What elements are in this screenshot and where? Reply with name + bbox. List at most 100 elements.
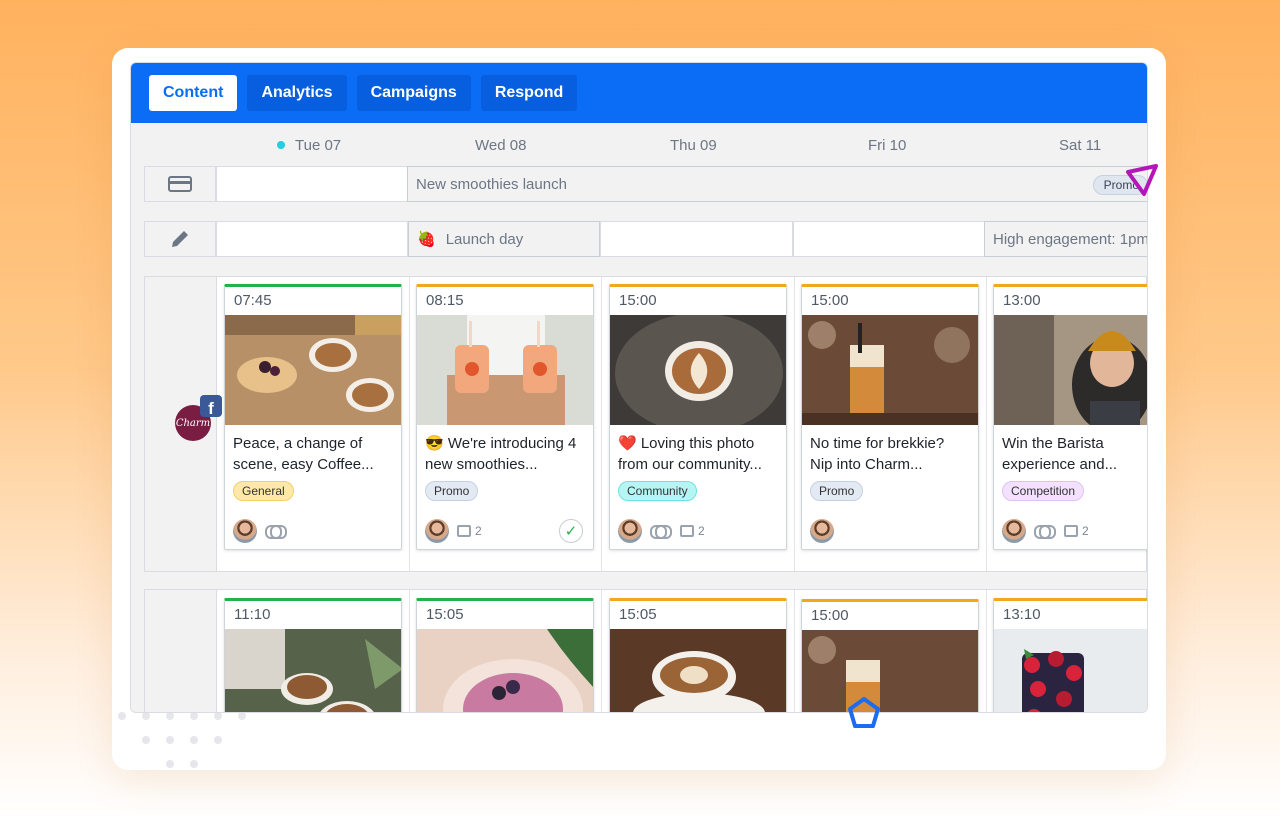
post-caption: 😎 We're introducing 4 new smoothies... xyxy=(425,435,577,473)
post-caption: ❤️ Loving this photo from our community.… xyxy=(618,435,762,473)
day-label: Tue 07 xyxy=(295,136,342,154)
profile-column: Charm f xyxy=(145,277,222,571)
post-image xyxy=(225,315,401,425)
post-image xyxy=(417,315,593,425)
tab-analytics[interactable]: Analytics xyxy=(247,75,347,111)
post-card[interactable]: 13:10 xyxy=(993,598,1147,712)
note-high-engagement[interactable]: High engagement: 1pm xyxy=(984,221,1148,257)
day-header: Wed 08 xyxy=(475,136,527,154)
post-time: 15:00 xyxy=(811,607,849,624)
post-time: 15:00 xyxy=(619,292,657,309)
post-row: Charm f 07:45 Peace, a change of scene, … xyxy=(144,276,1147,572)
tab-campaigns[interactable]: Campaigns xyxy=(356,75,471,111)
comment-count[interactable]: 2 xyxy=(457,524,482,538)
post-caption: No time for brekkie? Nip into Charm... xyxy=(810,435,945,473)
post-time: 07:45 xyxy=(234,292,272,309)
post-tag: General xyxy=(233,481,294,501)
coffee-pancakes-photo xyxy=(225,315,401,425)
post-tag: Competition xyxy=(1002,481,1085,501)
iced-coffee-photo xyxy=(802,315,978,425)
post-tag: Promo xyxy=(810,481,864,501)
comment-icon xyxy=(1064,525,1078,537)
smoothie-bowl-photo xyxy=(417,629,593,712)
post-image xyxy=(610,315,786,425)
tab-respond[interactable]: Respond xyxy=(480,75,578,111)
note-cell-empty[interactable] xyxy=(600,221,793,257)
post-footer: 2 xyxy=(610,513,786,549)
note-text: Launch day xyxy=(445,230,524,248)
post-time: 08:15 xyxy=(426,292,464,309)
profile-column xyxy=(145,590,217,712)
post-card[interactable]: 15:00 ❤️ Loving this photo from our comm… xyxy=(609,284,787,550)
post-time: 13:00 xyxy=(1003,292,1041,309)
comment-icon xyxy=(457,525,471,537)
day-header: Thu 09 xyxy=(670,136,717,154)
post-card[interactable]: 11:10 xyxy=(224,598,402,712)
post-caption: Win the Barista experience and... xyxy=(1002,435,1118,473)
day-header: Sat 11 xyxy=(1059,136,1102,154)
top-nav: Content Analytics Campaigns Respond xyxy=(131,63,1147,123)
author-avatar xyxy=(618,519,642,543)
post-card[interactable]: 15:00 xyxy=(801,599,979,712)
post-caption: Peace, a change of scene, easy Coffee... xyxy=(233,435,374,473)
coffee-cups-plants-photo xyxy=(225,629,401,712)
comment-number: 2 xyxy=(698,524,705,538)
decorative-pentagon-icon xyxy=(848,697,880,728)
note-text: High engagement: 1pm xyxy=(993,230,1148,248)
post-time: 11:10 xyxy=(234,606,271,623)
campaign-card-icon xyxy=(168,176,192,192)
tab-content[interactable]: Content xyxy=(149,75,238,111)
post-image xyxy=(417,629,593,712)
post-card[interactable]: 07:45 Peace, a change of scene, easy Cof… xyxy=(224,284,402,550)
smoothie-jars-photo xyxy=(417,315,593,425)
post-time: 15:00 xyxy=(811,292,849,309)
post-image xyxy=(225,629,401,712)
post-card[interactable]: 15:00 No time for brekkie? Nip into Char… xyxy=(801,284,979,550)
post-image xyxy=(802,315,978,425)
post-time: 15:05 xyxy=(426,606,464,623)
note-launch-day[interactable]: 🍓 Launch day xyxy=(408,221,600,257)
day-header: Fri 10 xyxy=(868,136,907,154)
post-card[interactable]: 13:00 Win the Barista experience and... … xyxy=(993,284,1147,550)
notes-row-header xyxy=(144,221,216,257)
decorative-triangle-icon xyxy=(1126,164,1158,196)
link-icon[interactable] xyxy=(1034,525,1056,539)
campaign-row-header xyxy=(144,166,216,202)
post-image xyxy=(994,315,1147,425)
today-indicator xyxy=(277,141,285,149)
campaign-title: New smoothies launch xyxy=(416,175,567,193)
iced-coffee-photo xyxy=(802,630,978,712)
campaign-banner[interactable]: New smoothies launch Promo xyxy=(407,166,1147,202)
post-row: 11:10 15:05 15:05 15:00 13:10 xyxy=(144,589,1147,712)
post-tag: Promo xyxy=(425,481,479,501)
author-avatar xyxy=(1002,519,1026,543)
post-image xyxy=(610,629,786,712)
latte-cup-photo xyxy=(610,629,786,712)
latte-art-photo xyxy=(610,315,786,425)
post-footer xyxy=(802,513,978,549)
note-cell-empty[interactable] xyxy=(216,221,408,257)
post-footer: 2 ✓ xyxy=(417,513,593,549)
campaign-cell-empty[interactable] xyxy=(216,166,408,202)
link-icon[interactable] xyxy=(265,525,287,539)
author-avatar xyxy=(425,519,449,543)
approve-check-icon[interactable]: ✓ xyxy=(559,519,583,543)
calendar-app: Content Analytics Campaigns Respond Tue … xyxy=(130,62,1148,713)
post-time: 13:10 xyxy=(1003,606,1041,623)
post-tag: Community xyxy=(618,481,697,501)
link-icon[interactable] xyxy=(650,525,672,539)
comment-count[interactable]: 2 xyxy=(680,524,705,538)
day-headers: Tue 07 Wed 08 Thu 09 Fri 10 Sat 11 xyxy=(131,123,1147,167)
note-cell-empty[interactable] xyxy=(793,221,985,257)
post-image xyxy=(802,630,978,712)
post-footer: 2 xyxy=(994,513,1147,549)
post-time: 15:05 xyxy=(619,606,657,623)
author-avatar xyxy=(810,519,834,543)
barista-woman-photo xyxy=(994,315,1147,425)
post-card[interactable]: 15:05 xyxy=(609,598,787,712)
post-card[interactable]: 15:05 xyxy=(416,598,594,712)
post-card[interactable]: 08:15 😎 We're introducing 4 new smoothie… xyxy=(416,284,594,550)
comment-count[interactable]: 2 xyxy=(1064,524,1089,538)
post-image xyxy=(994,629,1147,712)
strawberry-icon: 🍓 xyxy=(417,231,436,248)
